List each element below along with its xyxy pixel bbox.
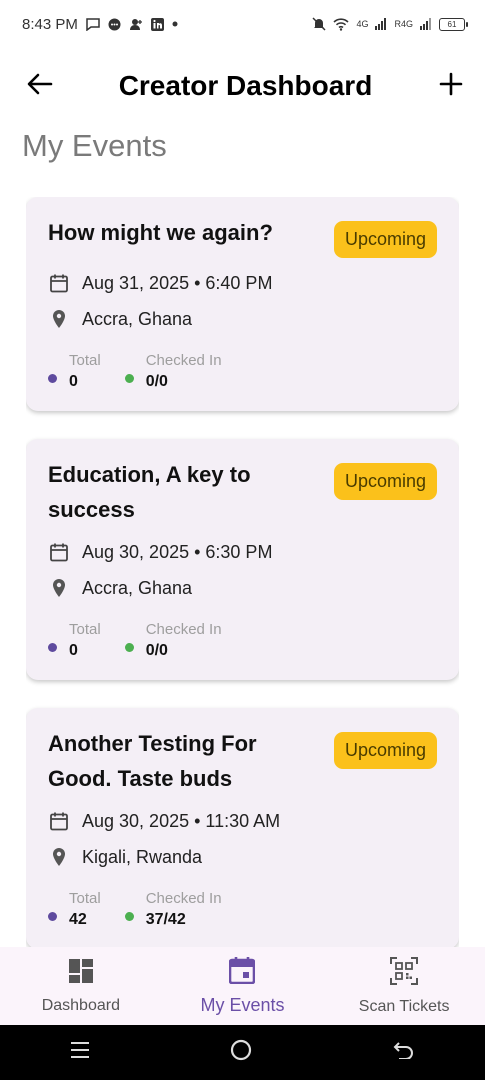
bottom-nav: Dashboard My Events Scan Tickets bbox=[0, 947, 485, 1025]
calendar-icon bbox=[48, 810, 70, 832]
total-label: Total bbox=[69, 890, 101, 907]
signal-icon bbox=[375, 18, 387, 30]
muted-bell-icon bbox=[312, 17, 326, 31]
event-title: Another Testing For Good. Taste buds bbox=[48, 731, 257, 791]
nav-dashboard[interactable]: Dashboard bbox=[6, 958, 156, 1015]
nav-my-events-label: My Events bbox=[200, 995, 285, 1015]
nav-dashboard-label: Dashboard bbox=[41, 996, 120, 1014]
status-badge: Upcoming bbox=[333, 732, 437, 769]
checked-in-label: Checked In bbox=[145, 621, 222, 638]
total-value: 0 bbox=[69, 642, 78, 659]
calendar-icon bbox=[48, 272, 70, 294]
event-card[interactable]: Education, A key to success Upcoming Aug… bbox=[26, 439, 459, 680]
checked-in-stat: Checked In 37/42 bbox=[124, 890, 222, 929]
nav-scan-tickets[interactable]: Scan Tickets bbox=[329, 956, 479, 1016]
arrow-left-icon bbox=[27, 73, 53, 100]
location-pin-icon bbox=[48, 846, 70, 868]
location-pin-icon bbox=[48, 308, 70, 330]
event-location: Accra, Ghana bbox=[82, 577, 193, 598]
total-label: Total bbox=[69, 352, 101, 369]
total-dot bbox=[48, 374, 57, 383]
dashboard-icon bbox=[68, 958, 94, 989]
network-type-1: 4G bbox=[356, 19, 369, 29]
total-label: Total bbox=[69, 621, 101, 638]
home-button[interactable] bbox=[230, 1039, 252, 1066]
status-bar: 8:43 PM 4G R4G 61 bbox=[0, 0, 485, 48]
nav-scan-tickets-label: Scan Tickets bbox=[358, 997, 450, 1015]
status-time: 8:43 PM bbox=[22, 15, 78, 33]
checked-in-dot bbox=[124, 912, 134, 921]
page-title: Creator Dashboard bbox=[118, 70, 373, 101]
network-type-2: R4G bbox=[394, 19, 413, 29]
total-stat: Total 0 bbox=[48, 621, 101, 660]
event-location: Accra, Ghana bbox=[82, 308, 193, 329]
location-pin-icon bbox=[48, 577, 70, 599]
signal-icon-2 bbox=[420, 18, 432, 30]
wifi-icon bbox=[333, 17, 350, 31]
events-list[interactable]: How might we again? Upcoming Aug 31, 202… bbox=[26, 197, 459, 949]
event-title: How might we again? bbox=[48, 220, 273, 245]
total-dot bbox=[48, 643, 57, 652]
total-value: 0 bbox=[69, 373, 78, 390]
event-datetime: Aug 31, 2025 • 6:40 PM bbox=[82, 272, 273, 293]
message-icon bbox=[86, 17, 100, 31]
checked-in-stat: Checked In 0/0 bbox=[124, 621, 222, 660]
event-datetime: Aug 30, 2025 • 11:30 AM bbox=[82, 810, 281, 831]
back-nav-button[interactable] bbox=[393, 1041, 415, 1064]
back-button[interactable] bbox=[24, 70, 56, 102]
checked-in-dot bbox=[124, 374, 134, 383]
event-card[interactable]: Another Testing For Good. Taste buds Upc… bbox=[26, 708, 459, 949]
person-add-icon bbox=[129, 18, 143, 31]
battery-icon: 61 bbox=[439, 17, 468, 31]
total-value: 42 bbox=[69, 911, 87, 928]
system-nav-bar bbox=[0, 1025, 485, 1080]
chat-icon bbox=[108, 18, 121, 31]
status-badge: Upcoming bbox=[333, 463, 437, 500]
qr-code-icon bbox=[390, 956, 419, 990]
checked-in-label: Checked In bbox=[145, 352, 222, 369]
calendar-icon bbox=[48, 541, 70, 563]
event-card[interactable]: How might we again? Upcoming Aug 31, 202… bbox=[26, 197, 459, 411]
checked-in-value: 0/0 bbox=[145, 373, 168, 390]
event-datetime: Aug 30, 2025 • 6:30 PM bbox=[82, 541, 273, 562]
calendar-icon bbox=[229, 956, 256, 989]
total-stat: Total 0 bbox=[48, 352, 101, 391]
linkedin-icon bbox=[150, 17, 164, 31]
checked-in-dot bbox=[124, 643, 134, 652]
checked-in-stat: Checked In 0/0 bbox=[124, 352, 222, 391]
checked-in-value: 0/0 bbox=[145, 642, 168, 659]
app-bar: Creator Dashboard bbox=[0, 58, 485, 114]
plus-icon bbox=[439, 72, 463, 101]
checked-in-value: 37/42 bbox=[145, 911, 186, 928]
status-badge: Upcoming bbox=[333, 221, 437, 258]
add-event-button[interactable] bbox=[435, 70, 467, 102]
section-title: My Events bbox=[22, 128, 167, 163]
event-location: Kigali, Rwanda bbox=[82, 846, 203, 867]
event-title: Education, A key to success bbox=[48, 462, 251, 522]
total-dot bbox=[48, 912, 57, 921]
total-stat: Total 42 bbox=[48, 890, 101, 929]
notification-dot-icon bbox=[172, 21, 178, 27]
nav-my-events[interactable]: My Events bbox=[167, 956, 317, 1016]
checked-in-label: Checked In bbox=[145, 890, 222, 907]
recent-apps-button[interactable] bbox=[70, 1041, 90, 1064]
